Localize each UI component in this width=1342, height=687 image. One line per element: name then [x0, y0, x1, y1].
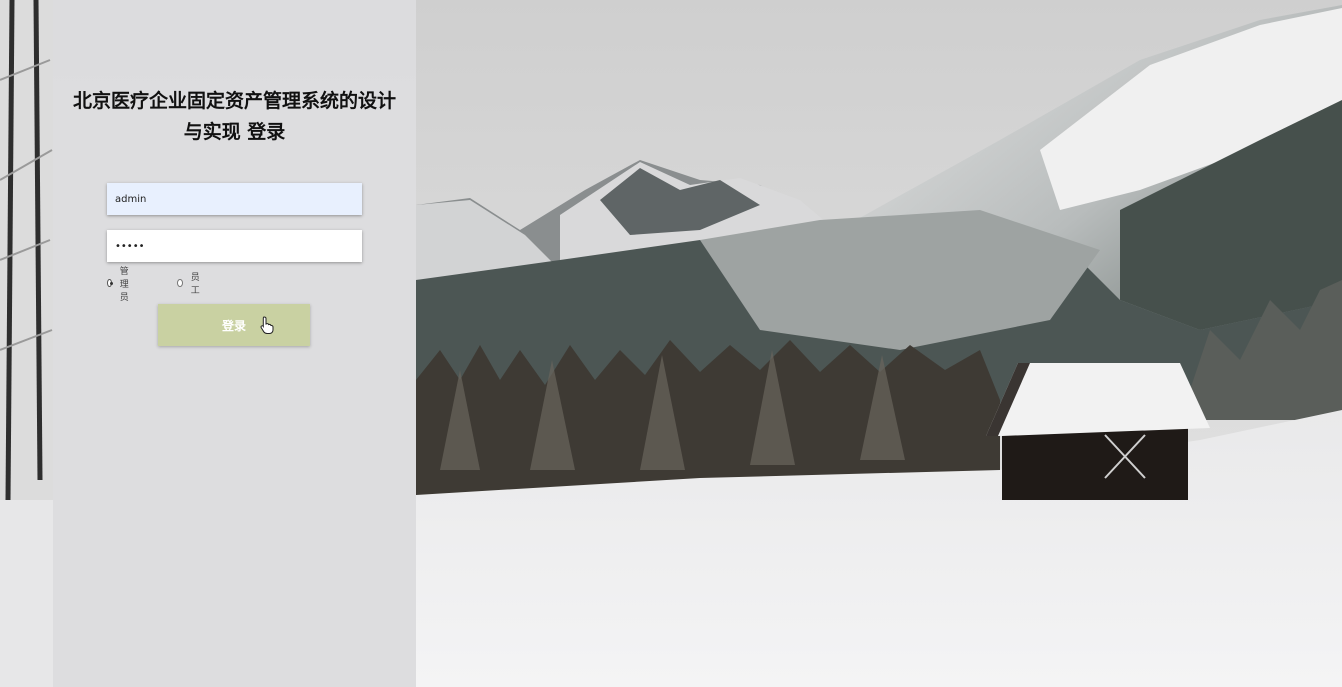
- radio-unchecked-icon[interactable]: [177, 279, 183, 287]
- role-option-staff[interactable]: 员工: [177, 273, 202, 296]
- role-label-staff: 员工: [190, 273, 200, 296]
- role-option-admin[interactable]: 管理员: [107, 267, 132, 303]
- page-title-line-2: 与实现 登录: [183, 121, 286, 143]
- login-button[interactable]: 登录: [158, 304, 310, 346]
- hand-pointer-icon: [260, 316, 274, 334]
- login-button-label: 登录: [221, 318, 246, 333]
- password-mask: •••••: [115, 240, 145, 252]
- username-input[interactable]: [107, 183, 362, 215]
- page-title: 北京医疗企业固定资产管理系统的设计 与实现 登录: [53, 86, 416, 148]
- radio-checked-icon[interactable]: [107, 279, 113, 287]
- login-panel: 北京医疗企业固定资产管理系统的设计 与实现 登录 ••••• 管理员 员工 登录: [53, 0, 416, 687]
- password-input[interactable]: •••••: [107, 230, 362, 262]
- role-label-admin: 管理员: [119, 266, 129, 303]
- page-title-line-1: 北京医疗企业固定资产管理系统的设计: [72, 90, 396, 112]
